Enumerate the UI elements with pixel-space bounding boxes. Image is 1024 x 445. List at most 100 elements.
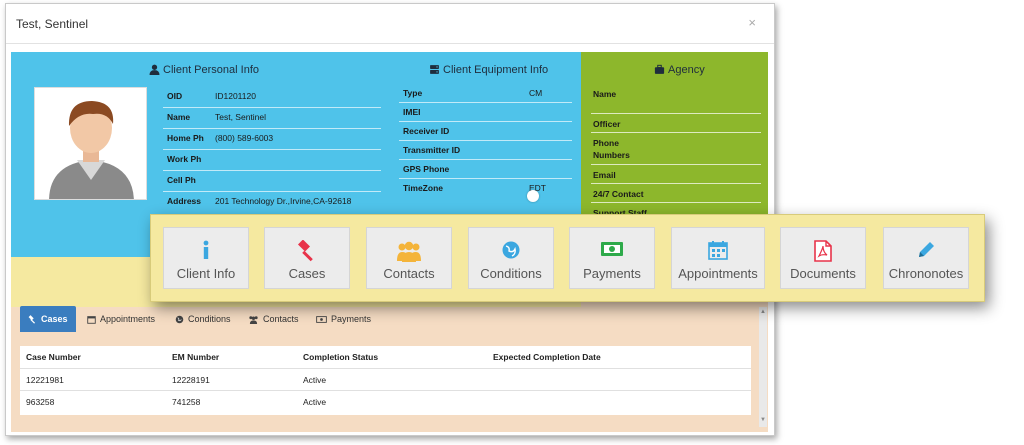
personal-row-name: Name Test, Sentinel <box>163 108 381 129</box>
agency-email-label: Email <box>593 170 616 180</box>
transmitter-id-label: Transmitter ID <box>403 145 461 155</box>
pdf-icon <box>814 240 832 262</box>
cases-table: Case Number EM Number Completion Status … <box>20 346 751 415</box>
imei-label: IMEI <box>403 107 421 117</box>
agency-row-phone: Phone Numbers <box>591 133 761 165</box>
home-phone-label: Home Ph <box>167 133 204 143</box>
status-cell: Active <box>303 397 327 407</box>
personal-row-work-phone: Work Ph <box>163 150 381 171</box>
gps-phone-label: GPS Phone <box>403 164 450 174</box>
quick-client-info-label: Client Info <box>176 266 236 281</box>
client-personal-title: Client Personal Info <box>149 64 259 76</box>
scroll-up-icon[interactable]: ▲ <box>760 309 766 315</box>
agency-row-name: Name <box>591 84 761 114</box>
user-icon <box>149 64 160 75</box>
agency-officer-label: Officer <box>593 119 621 129</box>
quick-menu-popup: Client Info Cases Contacts Conditions Pa… <box>150 214 985 302</box>
tab-conditions[interactable]: Conditions <box>175 306 231 332</box>
agency-label: Agency <box>668 64 705 76</box>
case-number-cell: 12221981 <box>26 375 64 385</box>
close-icon[interactable]: × <box>748 15 756 30</box>
gavel-icon <box>28 315 36 324</box>
table-row[interactable]: 963258 741258 Active <box>20 390 751 412</box>
quick-payments-button[interactable]: Payments <box>569 227 655 289</box>
tab-cases-label: Cases <box>41 314 68 324</box>
em-number-cell: 12228191 <box>172 375 210 385</box>
oid-value: ID1201120 <box>215 91 256 101</box>
client-equipment-title: Client Equipment Info <box>429 64 548 76</box>
agency-phone-label: Phone Numbers <box>593 138 630 160</box>
personal-row-cell-phone: Cell Ph <box>163 171 381 192</box>
money-icon <box>316 316 327 323</box>
quick-appointments-button[interactable]: Appointments <box>671 227 765 289</box>
quick-conditions-label: Conditions <box>480 266 542 281</box>
quick-appointments-label: Appointments <box>678 266 758 281</box>
oid-label: OID <box>167 91 183 101</box>
quick-chrononotes-label: Chrononotes <box>888 266 964 281</box>
type-label: Type <box>403 88 423 98</box>
tab-payments-label: Payments <box>331 314 372 324</box>
scroll-indicator[interactable] <box>527 190 539 202</box>
name-label: Name <box>167 112 191 122</box>
client-avatar <box>34 87 147 200</box>
quick-client-info-button[interactable]: Client Info <box>163 227 249 289</box>
cell-phone-label: Cell Ph <box>167 175 196 185</box>
vertical-scrollbar[interactable] <box>759 307 767 427</box>
info-icon <box>203 240 209 259</box>
tab-appointments-label: Appointments <box>100 314 156 324</box>
agency-row-contact: 24/7 Contact <box>591 184 761 203</box>
users-icon <box>249 316 258 324</box>
agency-row-officer: Officer <box>591 114 761 133</box>
tab-cases[interactable]: Cases <box>20 306 76 332</box>
scroll-down-icon[interactable]: ▼ <box>760 417 766 423</box>
tab-conditions-label: Conditions <box>188 314 231 324</box>
timezone-label: TimeZone <box>403 183 443 193</box>
briefcase-icon <box>654 64 665 74</box>
personal-row-address: Address 201 Technology Dr.,Irvine,CA-926… <box>163 192 381 213</box>
quick-cases-label: Cases <box>288 266 326 281</box>
case-number-cell: 963258 <box>26 397 55 407</box>
header-expected-date: Expected Completion Date <box>493 352 601 362</box>
quick-documents-button[interactable]: Documents <box>780 227 866 289</box>
tab-appointments[interactable]: Appointments <box>87 306 155 332</box>
modal-header: Test, Sentinel × <box>6 4 774 44</box>
agency-row-email: Email <box>591 165 761 184</box>
users-icon <box>397 241 421 262</box>
money-icon <box>601 242 623 256</box>
globe-icon <box>175 315 184 324</box>
table-row[interactable]: 12221981 12228191 Active <box>20 368 751 390</box>
address-label: Address <box>167 196 202 206</box>
address-value: 201 Technology Dr.,Irvine,CA-92618 <box>215 196 352 206</box>
equipment-row-transmitter-id: Transmitter ID <box>399 141 572 160</box>
equipment-row-imei: IMEI <box>399 103 572 122</box>
quick-payments-label: Payments <box>583 266 641 281</box>
server-icon <box>430 65 439 74</box>
quick-contacts-button[interactable]: Contacts <box>366 227 452 289</box>
quick-chrononotes-button[interactable]: Chrononotes <box>883 227 969 289</box>
globe-icon <box>502 241 520 259</box>
header-case-number: Case Number <box>26 352 81 362</box>
agency-name-label: Name <box>593 89 617 99</box>
user-avatar-icon <box>49 101 134 199</box>
tab-contacts[interactable]: Contacts <box>248 306 299 332</box>
personal-row-oid: OID ID1201120 <box>163 87 381 108</box>
agency-contact-label: 24/7 Contact <box>593 189 644 199</box>
quick-documents-label: Documents <box>790 266 856 281</box>
quick-conditions-button[interactable]: Conditions <box>468 227 554 289</box>
tab-payments[interactable]: Payments <box>316 306 371 332</box>
tab-contacts-label: Contacts <box>263 314 299 324</box>
quick-cases-button[interactable]: Cases <box>264 227 350 289</box>
calendar-icon <box>708 241 728 260</box>
status-cell: Active <box>303 375 327 385</box>
home-phone-value: (800) 589-6003 <box>215 133 274 143</box>
header-completion-status: Completion Status <box>303 352 379 362</box>
type-value: CM <box>529 88 543 98</box>
receiver-id-label: Receiver ID <box>403 126 450 136</box>
pencil-icon <box>919 242 934 257</box>
work-phone-label: Work Ph <box>167 154 202 164</box>
modal-title: Test, Sentinel <box>16 17 89 31</box>
equipment-row-receiver-id: Receiver ID <box>399 122 572 141</box>
em-number-cell: 741258 <box>172 397 201 407</box>
quick-contacts-label: Contacts <box>383 266 435 281</box>
client-equipment-label: Client Equipment Info <box>443 64 549 76</box>
